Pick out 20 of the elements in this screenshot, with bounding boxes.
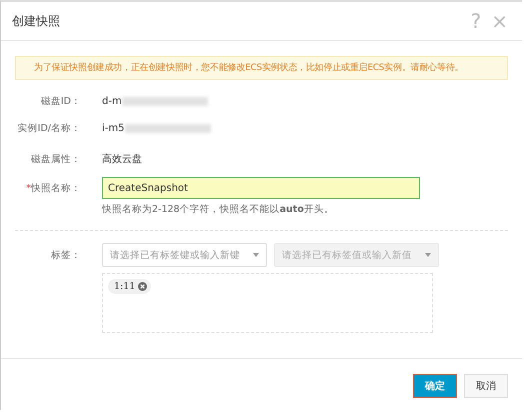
- field-label: 实例ID/名称：: [16, 122, 81, 134]
- cancel-button[interactable]: 取消: [464, 374, 508, 398]
- field-label: 快照名称：: [31, 182, 81, 194]
- field-value: i-m5: [102, 122, 124, 134]
- help-button[interactable]: ?: [470, 11, 482, 31]
- close-button[interactable]: ×: [491, 11, 508, 31]
- field-value: 高效云盘: [102, 152, 142, 166]
- field-label: 磁盘属性：: [30, 152, 81, 166]
- tag-chip[interactable]: 1:11: [108, 279, 152, 294]
- required-mark: *: [26, 182, 31, 194]
- field-label: 磁盘ID：: [40, 94, 81, 108]
- remove-icon[interactable]: [138, 282, 148, 291]
- snapshot-name-field[interactable]: CreateSnapshot: [102, 177, 420, 199]
- warning-notice: 为了保证快照创建成功，正在创建快照时，您不能修改ECS实例状态，比如停止或重启ECS实例。请耐心等待。: [15, 56, 508, 80]
- tag-key-select[interactable]: 请选择已有标签键或输入新键: [102, 243, 267, 267]
- confirm-button[interactable]: 确定: [413, 374, 457, 398]
- field-label: 标签：: [50, 248, 81, 262]
- dialog-title: 创建快照: [12, 12, 61, 30]
- field-value: d-m: [102, 96, 122, 106]
- hint-text: 快照名称为2-128个字符，快照名不能以auto开头。: [102, 203, 335, 216]
